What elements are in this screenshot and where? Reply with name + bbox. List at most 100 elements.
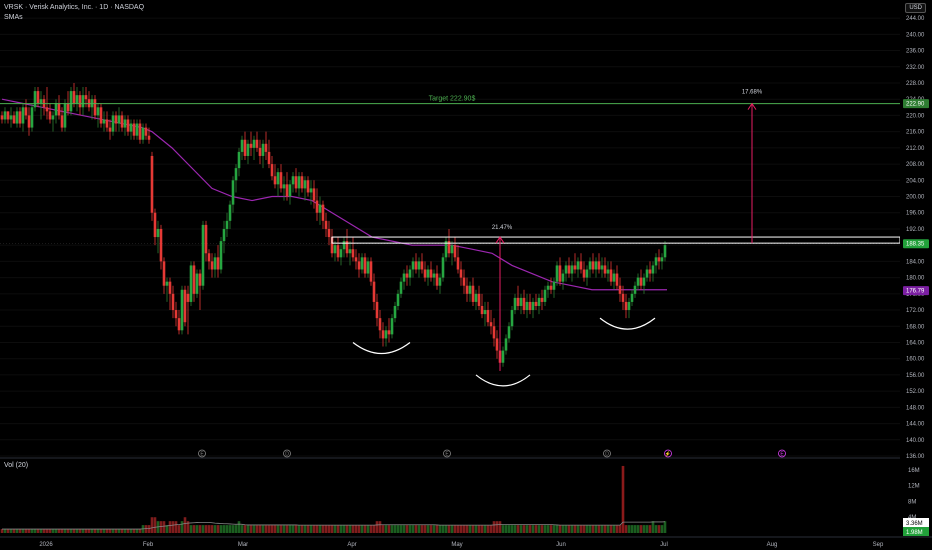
candle-body	[105, 119, 109, 128]
candle-body	[432, 273, 436, 278]
candle-body	[159, 228, 163, 262]
candle-body	[147, 135, 151, 140]
candle-body	[567, 265, 571, 274]
volume-bar	[342, 525, 346, 533]
candle-body	[531, 301, 535, 311]
candle-body	[114, 115, 118, 124]
candle-body	[93, 99, 97, 116]
indicator-label[interactable]: SMAs	[4, 14, 23, 21]
candle-body	[249, 143, 253, 148]
candle-body	[6, 111, 10, 120]
candle-body	[81, 95, 85, 108]
volume-bar	[249, 525, 253, 533]
volume-bar	[306, 525, 310, 533]
candle-body	[168, 281, 172, 294]
volume-bar	[420, 525, 424, 533]
price-tick-label: 240.00	[906, 32, 925, 38]
currency-button[interactable]: USD	[905, 3, 926, 13]
volume-bar	[246, 525, 250, 533]
candle-body	[528, 301, 532, 311]
volume-bar	[243, 525, 247, 533]
candle-body	[171, 293, 175, 311]
volume-bar	[282, 525, 286, 533]
candle-body	[282, 184, 286, 189]
volume-bar	[45, 529, 49, 533]
volume-bar	[546, 525, 550, 533]
volume-bar	[504, 525, 508, 533]
volume-bar	[651, 521, 655, 533]
candle-body	[603, 265, 607, 274]
volume-bar	[216, 525, 220, 533]
volume-bar	[369, 525, 373, 533]
volume-bar	[114, 529, 118, 533]
candle-body	[165, 281, 169, 286]
candle-body	[636, 277, 640, 286]
candle-body	[453, 245, 457, 258]
price-axis[interactable]: 136.00 140.00 144.00 148.00 152.00 156.00 160.…	[900, 0, 932, 550]
candle-body	[264, 143, 268, 152]
volume-bar	[63, 529, 67, 533]
candle-body	[30, 107, 34, 128]
candle-body	[15, 111, 19, 124]
candle-body	[321, 204, 325, 221]
candle-body	[489, 322, 493, 327]
volume-bar	[237, 521, 241, 533]
volume-bar	[135, 529, 139, 533]
volume-bar	[372, 525, 376, 533]
candle-body	[240, 139, 244, 152]
event-marker[interactable]: ⚡	[664, 449, 672, 458]
volume-bar	[312, 525, 316, 533]
volume-bar	[15, 529, 19, 533]
volume-bar	[573, 525, 577, 533]
candle-body	[456, 257, 460, 270]
volume-label[interactable]: Vol (20)	[4, 462, 28, 469]
candle-body	[18, 111, 22, 124]
candle-body	[0, 115, 4, 120]
candle-body	[174, 310, 178, 319]
candle-body	[570, 265, 574, 274]
candle-body	[225, 220, 229, 229]
candle-body	[129, 123, 133, 132]
volume-bar	[390, 525, 394, 533]
volume-bar	[21, 529, 25, 533]
volume-bar	[633, 525, 637, 533]
candle-body	[144, 127, 148, 136]
volume-bar	[648, 525, 652, 533]
volume-bar	[273, 525, 277, 533]
time-tick-label: Mar	[238, 542, 248, 548]
volume-bar	[567, 525, 571, 533]
candle-body	[597, 261, 601, 270]
volume-bar	[585, 525, 589, 533]
candle-body	[153, 212, 157, 238]
volume-bar	[261, 525, 265, 533]
candle-body	[363, 257, 367, 274]
time-tick-label: May	[451, 542, 462, 548]
volume-bar	[489, 525, 493, 533]
candle-body	[642, 277, 646, 286]
candle-body	[45, 107, 49, 112]
volume-bar	[570, 525, 574, 533]
volume-bar	[525, 525, 529, 533]
symbol-header[interactable]: VRSK · Verisk Analytics, Inc. · 1D · NAS…	[4, 4, 144, 11]
candle-body	[654, 257, 658, 266]
price-tick-label: 192.00	[906, 227, 925, 233]
candle-body	[285, 184, 289, 197]
volume-bar	[174, 521, 178, 533]
volume-bar	[96, 529, 100, 533]
candle-body	[429, 269, 433, 278]
candle-body	[435, 273, 439, 286]
price-chart[interactable]: Target 222.90$17.68%21.47% 136.00140.001…	[0, 0, 932, 550]
candle-body	[414, 261, 418, 270]
candle	[30, 103, 34, 132]
volume-bar	[39, 529, 43, 533]
volume-bar	[555, 525, 559, 533]
price-tick-label: 140.00	[906, 438, 925, 444]
volume-bar	[438, 525, 442, 533]
price-tick-label: 168.00	[906, 324, 925, 330]
candle-body	[369, 261, 373, 282]
volume-bar	[531, 525, 535, 533]
candle-body	[348, 249, 352, 254]
volume-bar	[534, 525, 538, 533]
volume-bar	[339, 525, 343, 533]
candle-body	[27, 115, 31, 128]
